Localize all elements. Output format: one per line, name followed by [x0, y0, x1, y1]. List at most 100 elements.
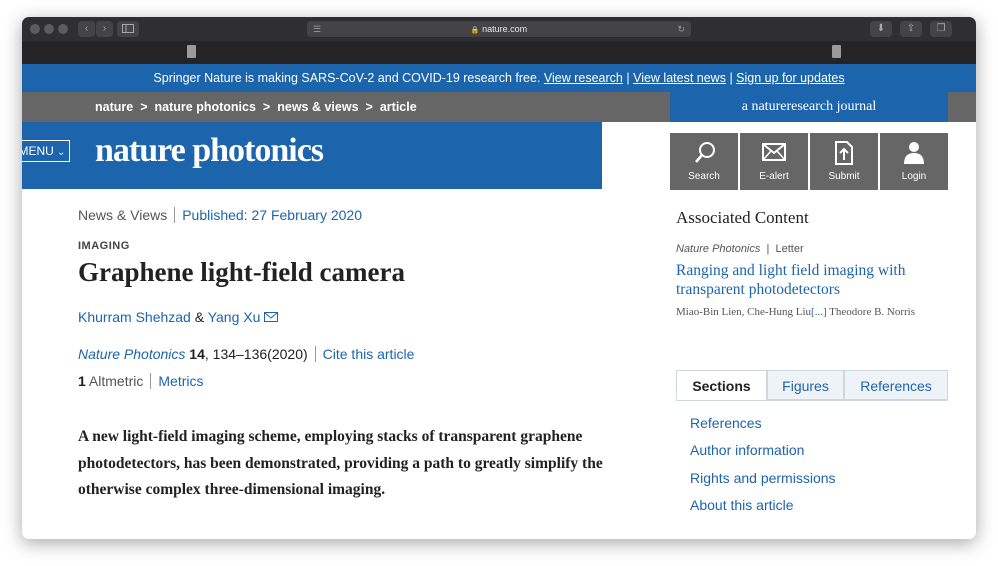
section-link-rights-permissions[interactable]: Rights and permissions [690, 469, 836, 496]
view-latest-news-link[interactable]: View latest news [633, 71, 726, 85]
banner-separator: | [729, 71, 733, 85]
divider [150, 373, 152, 389]
upload-icon [835, 141, 853, 165]
envelope-icon [762, 143, 786, 161]
browser-window: ‹ › ☰ 🔒 nature.com ↻ ⬇ ⇪ ❐ Springer Natu… [22, 17, 976, 539]
sign-up-updates-link[interactable]: Sign up for updates [736, 71, 844, 85]
tab-favicon-left[interactable] [187, 45, 196, 58]
zoom-window-button[interactable] [58, 24, 68, 34]
tool-buttons: Search E-alert Submit Login [670, 133, 948, 190]
article-standfirst: A new light-field imaging scheme, employ… [78, 428, 603, 498]
breadcrumb: nature > nature photonics > news & views > art… [95, 92, 417, 122]
tab-strip [22, 41, 976, 64]
volume: 14 [189, 346, 205, 362]
lock-icon: 🔒 [470, 27, 480, 34]
menu-label: MENU [22, 144, 54, 158]
author-link[interactable]: Khurram Shehzad [78, 309, 191, 325]
nature-research-tagline[interactable]: a natureresearch journal [670, 92, 948, 122]
metrics-line: 1 Altmetric Metrics [78, 373, 204, 389]
section-link-about-article[interactable]: About this article [690, 496, 836, 523]
user-icon [904, 142, 924, 164]
url-text: nature.com [482, 24, 528, 34]
breadcrumb-item[interactable]: news & views [277, 100, 358, 114]
altmetric-count: 1 [78, 373, 86, 389]
search-label: Search [688, 171, 720, 182]
article-subject[interactable]: IMAGING [78, 240, 130, 252]
sections-list: References Author information Rights and… [690, 414, 836, 523]
address-bar[interactable]: ☰ 🔒 nature.com ↻ [307, 21, 691, 37]
minimize-window-button[interactable] [44, 24, 54, 34]
associated-journal: Nature Photonics [676, 243, 761, 255]
pages: , 134–136 [204, 346, 268, 362]
journal-logo[interactable]: nature photonics [95, 132, 324, 170]
associated-content-heading: Associated Content [676, 208, 809, 227]
associated-type: Letter [775, 243, 804, 255]
tab-favicon-right[interactable] [832, 45, 841, 58]
sections-tabs: Sections Figures References [676, 370, 948, 401]
associated-authors: Miao-Bin Lien, Che-Hung Liu[...] Theodor… [676, 305, 938, 320]
citation-line: Nature Photonics 14, 134–136(2020) Cite t… [78, 346, 414, 362]
reload-icon[interactable]: ↻ [677, 21, 685, 37]
breadcrumb-bar: nature > nature photonics > news & views > art… [22, 92, 976, 122]
tab-figures[interactable]: Figures [767, 370, 844, 400]
divider [174, 207, 176, 223]
associated-content-type: Nature Photonics | Letter [676, 243, 804, 255]
show-more-authors[interactable]: [...] [811, 306, 827, 318]
breadcrumb-separator: > [140, 100, 148, 114]
tabs-icon: ❐ [936, 23, 946, 34]
divider [314, 346, 316, 362]
chevron-left-icon: ‹ [84, 23, 89, 34]
e-alert-label: E-alert [759, 171, 789, 182]
breadcrumb-separator: > [365, 100, 373, 114]
close-window-button[interactable] [30, 24, 40, 34]
banner-text: Springer Nature is making SARS-CoV-2 and… [153, 71, 541, 85]
tabs-overview-button[interactable]: ❐ [930, 21, 952, 37]
search-button[interactable]: Search [670, 133, 738, 190]
section-link-references[interactable]: References [690, 414, 836, 441]
covid-banner: Springer Nature is making SARS-CoV-2 and… [22, 64, 976, 92]
login-button[interactable]: Login [880, 133, 948, 190]
section-link-author-information[interactable]: Author information [690, 441, 836, 468]
search-icon [695, 142, 715, 163]
breadcrumb-item[interactable]: nature [95, 100, 133, 114]
altmetric-label: Altmetric [88, 373, 144, 389]
email-icon[interactable] [264, 312, 279, 322]
e-alert-button[interactable]: E-alert [740, 133, 808, 190]
journal-name[interactable]: Nature Photonics [78, 346, 185, 362]
share-button[interactable]: ⇪ [900, 21, 922, 37]
associated-article-link[interactable]: Ranging and light field imaging with tra… [676, 261, 938, 299]
article-type: News & Views [78, 207, 168, 223]
author-list: Khurram Shehzad & Yang Xu [78, 309, 279, 325]
metrics-link[interactable]: Metrics [158, 373, 203, 389]
breadcrumb-separator: > [262, 100, 271, 114]
chevron-down-icon: ⌄ [57, 147, 66, 158]
tab-sections[interactable]: Sections [676, 370, 767, 400]
breadcrumb-item[interactable]: nature photonics [155, 100, 256, 114]
tab-references[interactable]: References [844, 370, 948, 400]
published-date: Published: 27 February 2020 [182, 207, 363, 223]
menu-button[interactable]: MENU ⌄ [22, 140, 70, 162]
year: (2020) [267, 346, 308, 362]
chevron-right-icon: › [102, 23, 107, 34]
cite-this-article-link[interactable]: Cite this article [323, 346, 415, 362]
submit-button[interactable]: Submit [810, 133, 878, 190]
author-link[interactable]: Yang Xu [208, 309, 261, 325]
submit-label: Submit [828, 171, 860, 182]
author-joiner: & [194, 309, 205, 325]
sidebar-toggle-button[interactable] [117, 21, 139, 37]
banner-separator: | [626, 71, 630, 85]
downloads-button[interactable]: ⬇ [870, 21, 892, 37]
download-icon: ⬇ [876, 23, 886, 34]
associated-authors-end: Theodore B. Norris [826, 306, 916, 318]
view-research-link[interactable]: View research [544, 71, 623, 85]
back-button[interactable]: ‹ [78, 21, 95, 37]
share-icon: ⇪ [906, 23, 916, 34]
article-meta: News & Views Published: 27 February 2020 [78, 207, 362, 223]
article-title: Graphene light-field camera [78, 257, 405, 287]
sidebar-icon [122, 24, 134, 33]
associated-authors-start: Miao-Bin Lien, Che-Hung Liu [676, 306, 812, 318]
login-label: Login [901, 171, 927, 182]
forward-button[interactable]: › [96, 21, 113, 37]
divider: | [766, 243, 770, 255]
browser-toolbar: ‹ › ☰ 🔒 nature.com ↻ ⬇ ⇪ ❐ [22, 17, 976, 41]
